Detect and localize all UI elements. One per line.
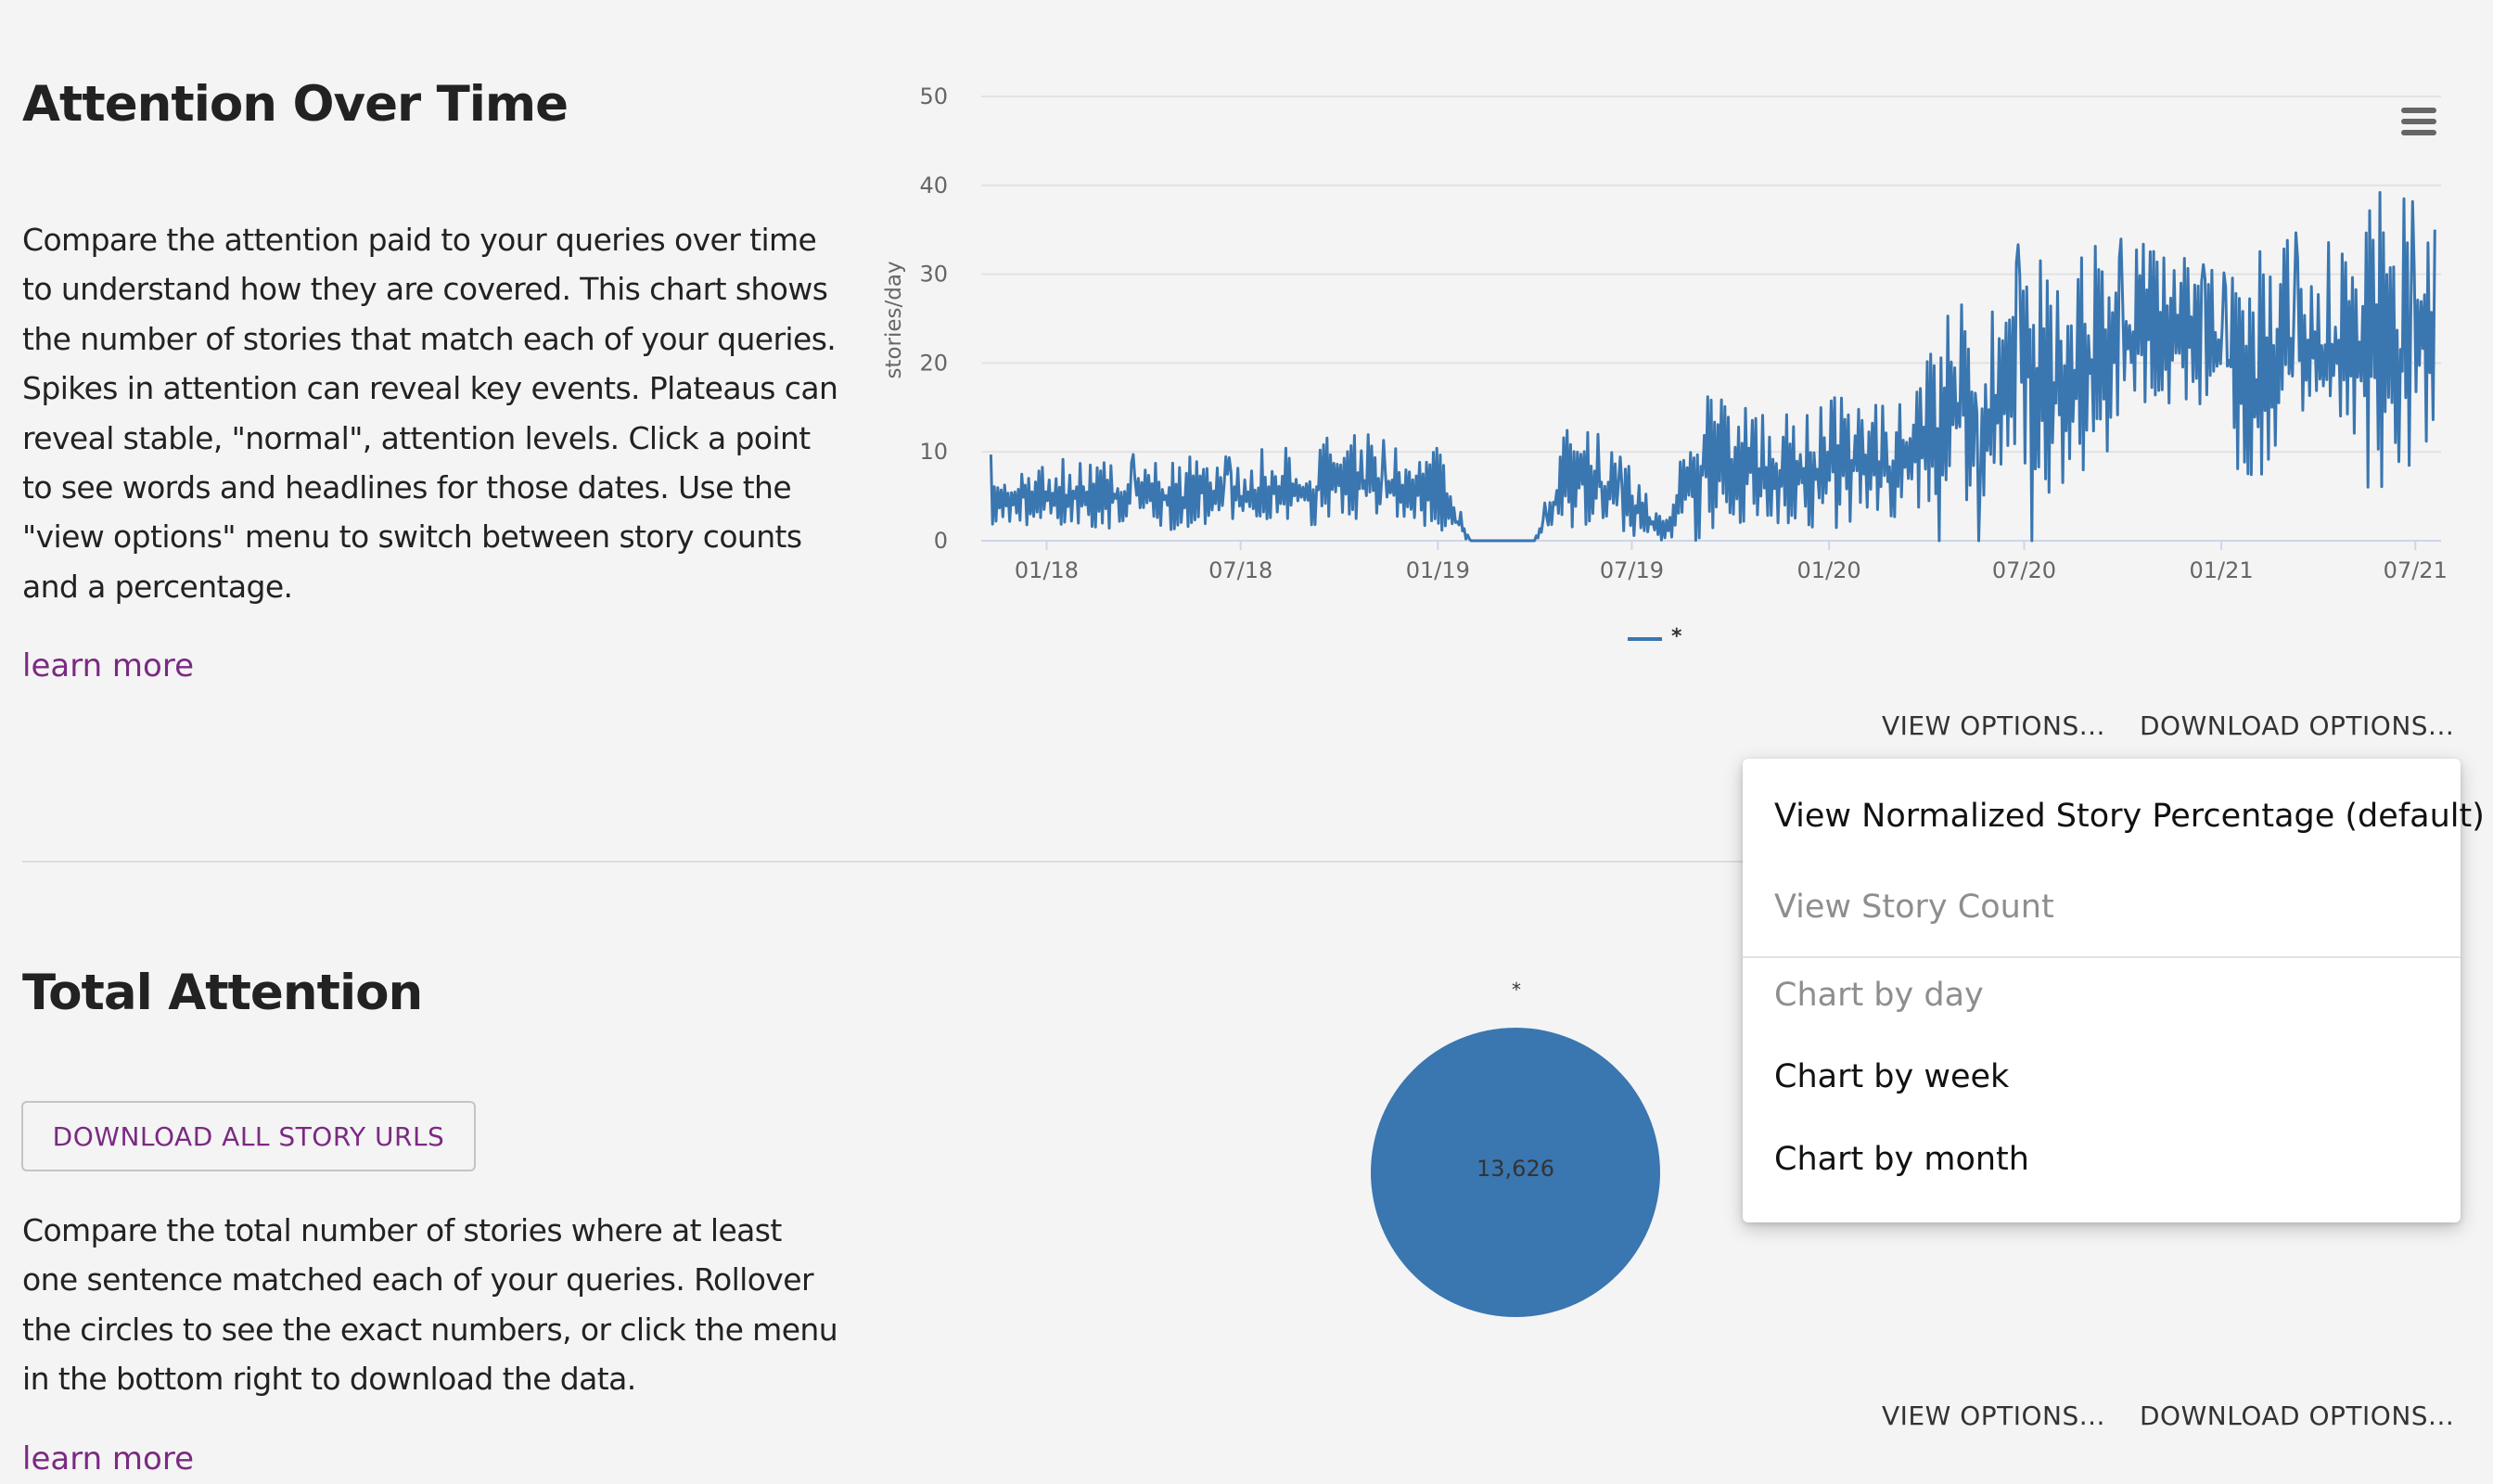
total-attention-title: Total Attention [22,965,423,1021]
view-options-menu: View Normalized Story Percentage (defaul… [1743,759,2485,1222]
y-tick-label: 30 [919,262,948,288]
menu-item-chart-by-day[interactable]: Chart by day [1774,977,1984,1014]
menu-item-normalized-percentage[interactable]: View Normalized Story Percentage (defaul… [1774,798,2485,835]
menu-item-story-count[interactable]: View Story Count [1774,889,2054,926]
x-tick-label: 01/20 [1797,557,1861,583]
menu-item-chart-by-week[interactable]: Chart by week [1774,1058,2009,1095]
bubble-value: 13,626 [1477,1156,1554,1182]
legend-label: * [1671,625,1682,648]
total-attention-description: Compare the total number of stories wher… [22,1212,838,1398]
y-axis-label: stories/day [882,261,906,378]
total-view-options-button[interactable]: VIEW OPTIONS... [1882,1401,2105,1431]
y-tick-label: 40 [919,173,948,198]
y-tick-label: 50 [919,83,948,109]
menu-separator [1743,956,2461,958]
total-attention-learn-more-link[interactable]: learn more [22,1440,194,1478]
view-options-button[interactable]: VIEW OPTIONS... [1882,710,2105,741]
x-tick-label: 07/18 [1208,557,1272,583]
x-tick-label: 07/20 [1992,557,2056,583]
x-tick-label: 01/19 [1406,557,1470,583]
total-download-options-button[interactable]: DOWNLOAD OPTIONS... [2140,1401,2454,1431]
x-tick-label: 07/19 [1600,557,1664,583]
attention-over-time-chart[interactable]: 0 10 20 30 40 50 stories/day 01/18 07/18 01/19 07/… [0,0,2493,668]
y-tick-label: 10 [919,439,948,465]
x-tick-label: 07/21 [2384,557,2448,583]
bubble-series-label: * [1512,979,1521,1001]
download-options-button[interactable]: DOWNLOAD OPTIONS... [2140,710,2454,741]
menu-item-chart-by-month[interactable]: Chart by month [1774,1141,2029,1178]
section-divider [22,861,1747,863]
hamburger-menu-icon[interactable] [2391,96,2447,147]
y-tick-label: 20 [919,350,948,376]
x-tick-label: 01/18 [1015,557,1079,583]
download-all-story-urls-button[interactable]: DOWNLOAD ALL STORY URLS [21,1101,476,1171]
x-tick-label: 01/21 [2190,557,2254,583]
series-line[interactable] [989,191,2436,543]
y-tick-label: 0 [934,528,948,554]
